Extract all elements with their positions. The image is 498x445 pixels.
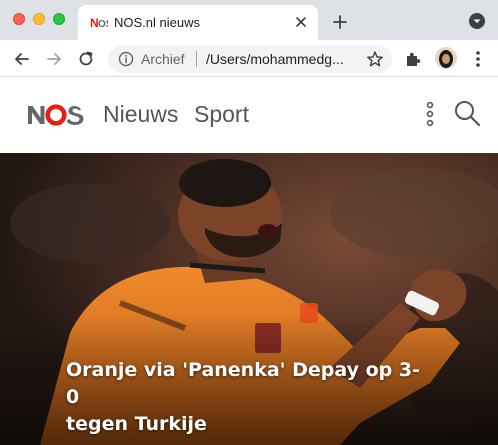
nos-logo[interactable]	[26, 101, 86, 129]
chevron-down-icon	[473, 19, 481, 23]
address-divider	[196, 51, 197, 67]
headline-line-2: tegen Turkije	[66, 413, 207, 435]
browser-toolbar: Archief /Users/mohammedg...	[0, 40, 498, 77]
hero-article[interactable]: Oranje via 'Panenka' Depay op 3-0 tegen …	[0, 153, 498, 445]
close-tab-icon[interactable]	[292, 13, 310, 31]
profile-photo-icon	[435, 47, 457, 69]
site-info-label: Archief	[141, 51, 185, 67]
nav-nieuws-link[interactable]: Nieuws	[103, 101, 178, 128]
tab-strip: N OS NOS.nl nieuws	[0, 0, 498, 40]
search-icon[interactable]	[453, 99, 481, 127]
new-tab-icon[interactable]	[331, 13, 349, 31]
extensions-puzzle-icon[interactable]	[404, 50, 422, 68]
forward-arrow-icon[interactable]	[44, 49, 64, 69]
address-bar[interactable]: Archief /Users/mohammedg...	[108, 45, 392, 73]
profile-avatar[interactable]	[435, 47, 457, 69]
svg-text:OS: OS	[98, 19, 108, 30]
reload-icon[interactable]	[76, 49, 96, 69]
info-icon[interactable]	[118, 51, 134, 67]
site-header: Nieuws Sport	[0, 77, 498, 153]
hero-headline[interactable]: Oranje via 'Panenka' Depay op 3-0 tegen …	[66, 357, 426, 438]
minimize-window-button[interactable]	[33, 13, 45, 25]
headline-line-1: Oranje via 'Panenka' Depay op 3-0	[66, 359, 420, 408]
browser-tab[interactable]: N OS NOS.nl nieuws	[78, 5, 318, 40]
site-menu-icon[interactable]	[425, 100, 435, 128]
tab-title: NOS.nl nieuws	[114, 15, 200, 30]
tab-search-button[interactable]	[469, 13, 485, 29]
maximize-window-button[interactable]	[53, 13, 65, 25]
nav-sport-link[interactable]: Sport	[194, 101, 249, 128]
close-window-button[interactable]	[13, 13, 25, 25]
address-url[interactable]: /Users/mohammedg...	[206, 51, 344, 67]
back-arrow-icon[interactable]	[12, 49, 32, 69]
nos-favicon-icon: N OS	[90, 16, 108, 30]
bookmark-star-icon[interactable]	[366, 50, 384, 68]
browser-menu-icon[interactable]	[473, 49, 483, 69]
